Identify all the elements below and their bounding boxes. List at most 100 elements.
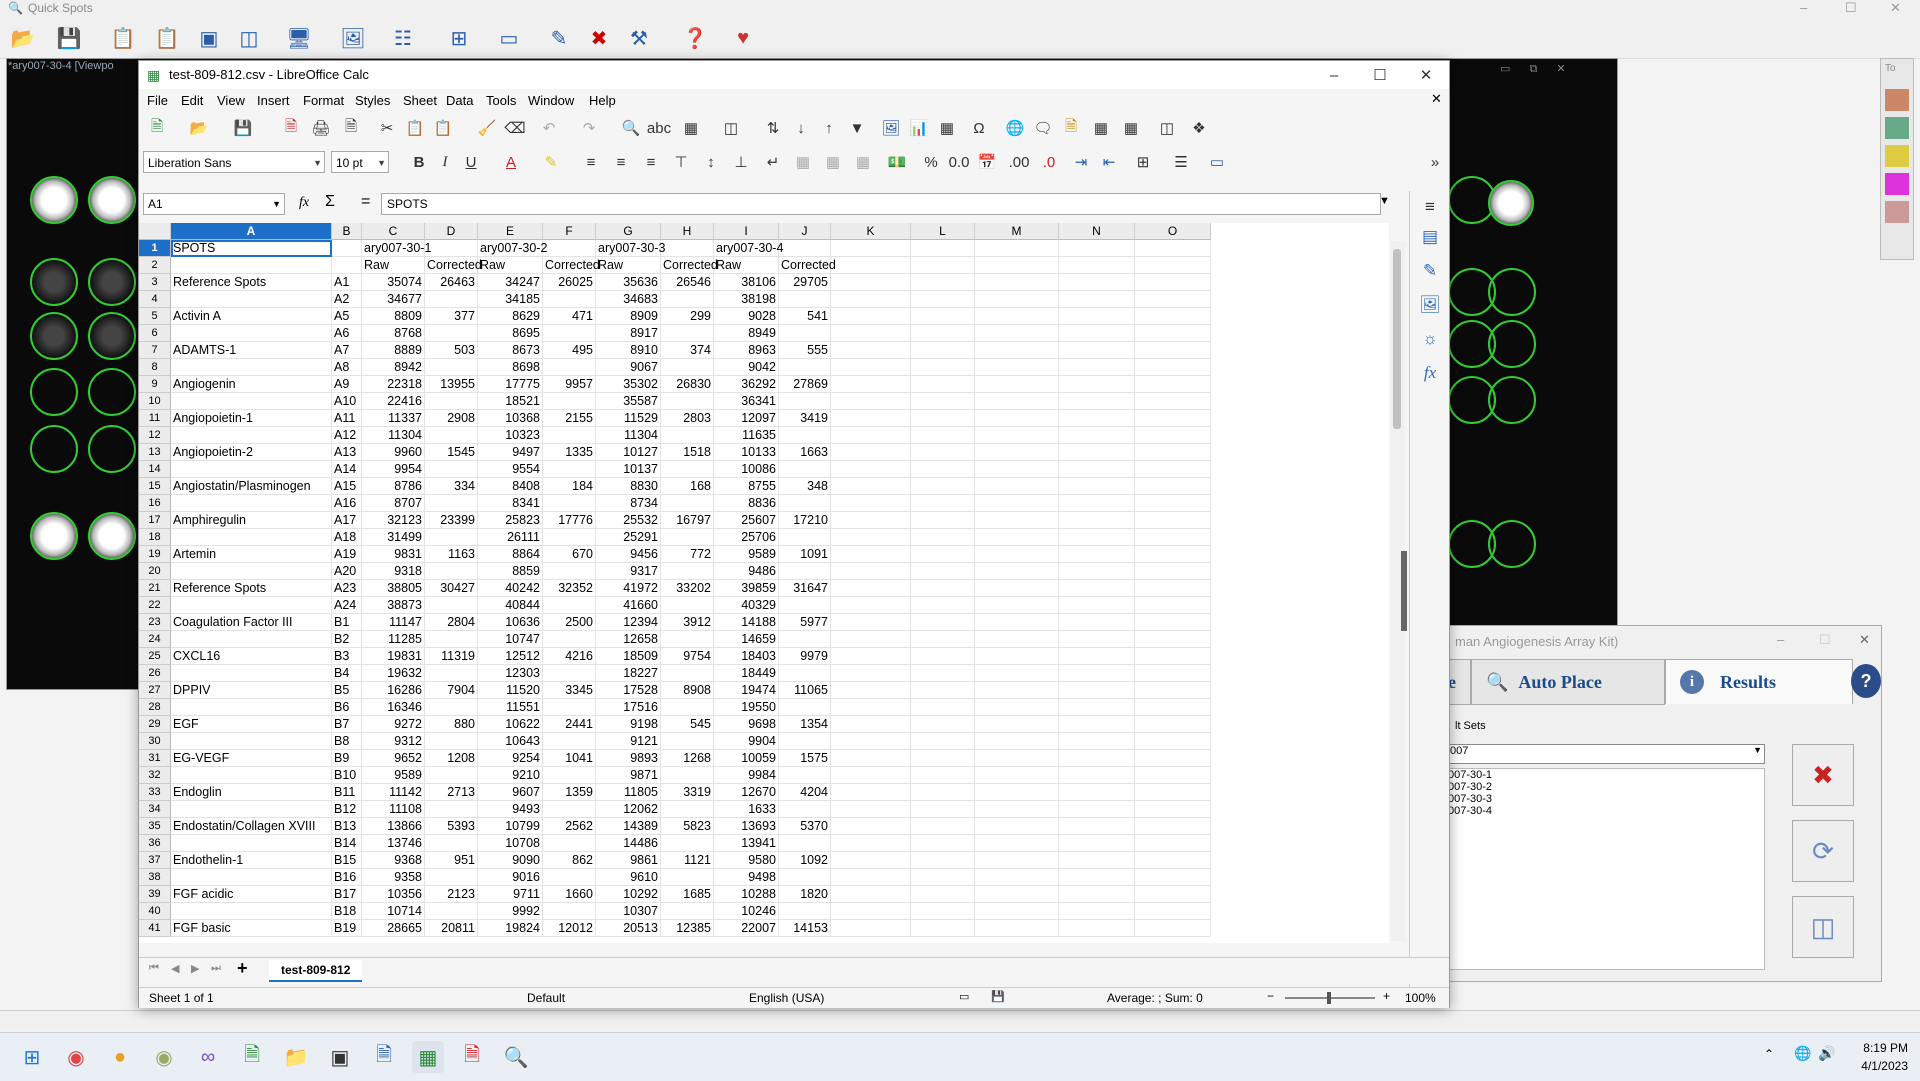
- table-cell[interactable]: Angiostatin/Plasminogen: [171, 478, 332, 495]
- menu-view[interactable]: View: [217, 93, 245, 108]
- table-cell[interactable]: [425, 835, 478, 852]
- clear-formatting-icon[interactable]: ⌫: [503, 117, 527, 139]
- table-cell[interactable]: A20: [332, 563, 362, 580]
- table-cell[interactable]: [975, 291, 1059, 308]
- align-top-icon[interactable]: ⊤: [669, 151, 693, 173]
- table-cell[interactable]: B11: [332, 784, 362, 801]
- menu-styles[interactable]: Styles: [355, 93, 390, 108]
- page-style[interactable]: Default: [527, 991, 565, 1005]
- table-cell[interactable]: [1059, 308, 1135, 325]
- table-cell[interactable]: 4216: [543, 648, 596, 665]
- paste-icon[interactable]: 📋: [148, 24, 186, 52]
- table-cell[interactable]: 1663: [779, 444, 831, 461]
- table-cell[interactable]: 36341: [714, 393, 779, 410]
- table-cell[interactable]: [1135, 648, 1211, 665]
- table-cell[interactable]: [543, 597, 596, 614]
- column-header[interactable]: O: [1135, 223, 1211, 240]
- table-cell[interactable]: 1660: [543, 886, 596, 903]
- zoom-in-icon[interactable]: +: [1383, 989, 1390, 1003]
- table-cell[interactable]: [1135, 869, 1211, 886]
- table-cell[interactable]: Endothelin-1: [171, 852, 332, 869]
- table-cell[interactable]: B10: [332, 767, 362, 784]
- close-icon[interactable]: ✕: [1556, 63, 1565, 75]
- bold-icon[interactable]: B: [407, 151, 431, 173]
- selection-mode-icon[interactable]: ▭: [959, 990, 969, 1003]
- table-cell[interactable]: [975, 614, 1059, 631]
- menu-window[interactable]: Window: [528, 93, 574, 108]
- table-cell[interactable]: 26463: [425, 274, 478, 291]
- table-cell[interactable]: [425, 427, 478, 444]
- copy-icon[interactable]: 📋: [403, 117, 427, 139]
- table-cell[interactable]: 33202: [661, 580, 714, 597]
- table-cell[interactable]: [543, 325, 596, 342]
- table-cell[interactable]: [1135, 257, 1211, 274]
- table-cell[interactable]: 471: [543, 308, 596, 325]
- table-cell[interactable]: [831, 410, 911, 427]
- table-cell[interactable]: 2562: [543, 818, 596, 835]
- table-cell[interactable]: [779, 835, 831, 852]
- table-cell[interactable]: 11319: [425, 648, 478, 665]
- table-cell[interactable]: 11147: [362, 614, 425, 631]
- table-cell[interactable]: [425, 291, 478, 308]
- column-header[interactable]: M: [975, 223, 1059, 240]
- table-cell[interactable]: [543, 903, 596, 920]
- table-cell[interactable]: [1059, 665, 1135, 682]
- table-cell[interactable]: [1135, 852, 1211, 869]
- table-cell[interactable]: 35074: [362, 274, 425, 291]
- table-cell[interactable]: [171, 869, 332, 886]
- delete-decimal-icon[interactable]: .0: [1037, 151, 1061, 173]
- table-cell[interactable]: 8889: [362, 342, 425, 359]
- close-button[interactable]: ✕: [1859, 632, 1870, 648]
- table-cell[interactable]: 11304: [596, 427, 661, 444]
- table-cell[interactable]: 9754: [661, 648, 714, 665]
- row-header[interactable]: 38: [139, 869, 171, 886]
- column-header[interactable]: A: [171, 223, 332, 240]
- table-cell[interactable]: 9358: [362, 869, 425, 886]
- table-cell[interactable]: 10622: [478, 716, 543, 733]
- add-decimal-icon[interactable]: .00: [1007, 151, 1031, 173]
- row-header[interactable]: 15: [139, 478, 171, 495]
- define-print-area-icon[interactable]: ▦: [1089, 117, 1113, 139]
- table-cell[interactable]: 495: [543, 342, 596, 359]
- table-cell[interactable]: [911, 546, 975, 563]
- writer-icon[interactable]: 🗎: [368, 1041, 400, 1073]
- table-cell[interactable]: [975, 733, 1059, 750]
- header-footer-icon[interactable]: 🗎: [1059, 117, 1083, 139]
- table-cell[interactable]: [1059, 427, 1135, 444]
- table-cell[interactable]: A18: [332, 529, 362, 546]
- clipboard-icon[interactable]: 📋: [104, 24, 142, 52]
- table-cell[interactable]: 34683: [596, 291, 661, 308]
- table-cell[interactable]: A7: [332, 342, 362, 359]
- table-cell[interactable]: B17: [332, 886, 362, 903]
- table-cell[interactable]: 1121: [661, 852, 714, 869]
- table-cell[interactable]: Corrected: [779, 257, 836, 274]
- table-cell[interactable]: 9067: [596, 359, 661, 376]
- save-icon[interactable]: 💾: [231, 117, 255, 139]
- sum-icon[interactable]: Σ: [325, 193, 335, 211]
- table-cell[interactable]: [911, 291, 975, 308]
- table-cell[interactable]: 18449: [714, 665, 779, 682]
- sort-icon[interactable]: ⇅: [761, 117, 785, 139]
- table-cell[interactable]: 334: [425, 478, 478, 495]
- table-cell[interactable]: [425, 597, 478, 614]
- table-cell[interactable]: ary007-30-4: [714, 240, 783, 257]
- table-cell[interactable]: 38873: [362, 597, 425, 614]
- table-cell[interactable]: Raw: [596, 257, 661, 274]
- table-cell[interactable]: 34185: [478, 291, 543, 308]
- table-cell[interactable]: 5393: [425, 818, 478, 835]
- row-header[interactable]: 40: [139, 903, 171, 920]
- table-cell[interactable]: 11108: [362, 801, 425, 818]
- table-cell[interactable]: 18227: [596, 665, 661, 682]
- table-cell[interactable]: [425, 665, 478, 682]
- table-cell[interactable]: [975, 512, 1059, 529]
- table-cell[interactable]: [1135, 376, 1211, 393]
- acrobat-icon[interactable]: 🗎: [456, 1041, 488, 1073]
- tools-icon[interactable]: ⚒: [620, 24, 658, 52]
- table-cell[interactable]: [425, 733, 478, 750]
- table-cell[interactable]: 25706: [714, 529, 779, 546]
- row-header[interactable]: 28: [139, 699, 171, 716]
- table-cell[interactable]: [171, 359, 332, 376]
- table-cell[interactable]: [1135, 665, 1211, 682]
- table-cell[interactable]: 1518: [661, 444, 714, 461]
- table-cell[interactable]: [1059, 852, 1135, 869]
